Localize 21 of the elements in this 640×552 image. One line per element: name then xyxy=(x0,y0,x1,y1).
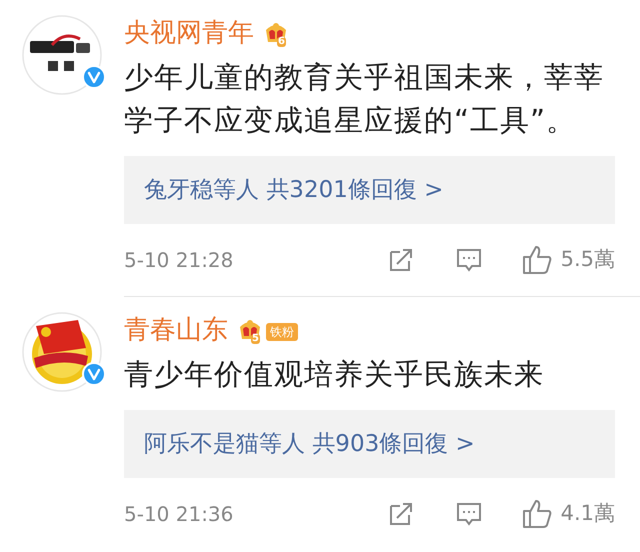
thumbs-up-icon[interactable] xyxy=(520,498,553,530)
replies-box[interactable]: 兔牙稳等人 共3201條回復 > xyxy=(124,156,615,224)
crown-icon xyxy=(264,22,288,44)
replies-link[interactable]: 兔牙稳等人 共3201條回復 > xyxy=(144,172,444,208)
like-count: 5.5萬 xyxy=(560,246,615,274)
comment-icon[interactable] xyxy=(454,500,483,528)
thumbs-up-icon[interactable] xyxy=(520,244,553,276)
level-number: 6 xyxy=(277,37,286,47)
comment-text: 青少年价值观培养关乎民族未来 xyxy=(124,356,545,393)
replies-box[interactable]: 阿乐不是猫等人 共903條回復 > xyxy=(124,410,615,478)
fan-badge: 铁粉 xyxy=(266,323,298,341)
level-number: 5 xyxy=(251,334,260,344)
comment-time: 5-10 21:36 xyxy=(124,501,234,528)
like-count: 4.1萬 xyxy=(560,500,615,528)
comment-text: 少年儿童的教育关乎祖国未来，莘莘学子不应变成追星应援的“工具”。 xyxy=(124,59,605,139)
comment-time: 5-10 21:28 xyxy=(124,247,234,274)
crown-icon xyxy=(238,319,262,341)
comment-icon[interactable] xyxy=(454,246,483,274)
user-name[interactable]: 青春山东 xyxy=(124,317,228,343)
user-name[interactable]: 央视网青年 xyxy=(124,20,254,46)
replies-link[interactable]: 阿乐不是猫等人 共903條回復 > xyxy=(144,426,475,462)
